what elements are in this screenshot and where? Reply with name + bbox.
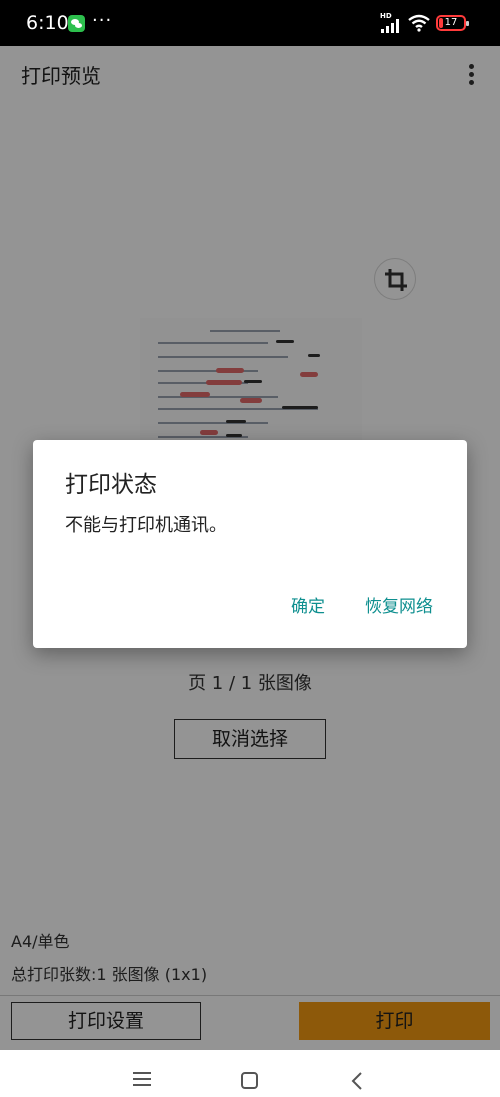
wifi-icon <box>408 14 430 32</box>
nav-back-icon[interactable] <box>350 1072 364 1090</box>
wechat-icon <box>68 15 85 32</box>
nav-menu-icon[interactable] <box>133 1072 151 1086</box>
dialog-ok-button[interactable]: 确定 <box>283 592 333 622</box>
system-nav-bar <box>0 1050 500 1097</box>
more-notifications-icon: ··· <box>92 10 113 31</box>
nav-home-icon[interactable] <box>241 1072 258 1089</box>
battery-icon: 17 <box>436 15 469 31</box>
dialog-title: 打印状态 <box>65 472 157 498</box>
dialog-message: 不能与打印机通讯。 <box>65 515 227 536</box>
restore-network-button[interactable]: 恢复网络 <box>359 592 439 622</box>
status-time: 6:10 <box>26 12 69 34</box>
status-bar: 6:10 ··· HD 17 <box>0 0 500 46</box>
print-status-dialog: 打印状态 不能与打印机通讯。 确定 恢复网络 <box>33 440 467 648</box>
signal-icon <box>381 19 403 33</box>
